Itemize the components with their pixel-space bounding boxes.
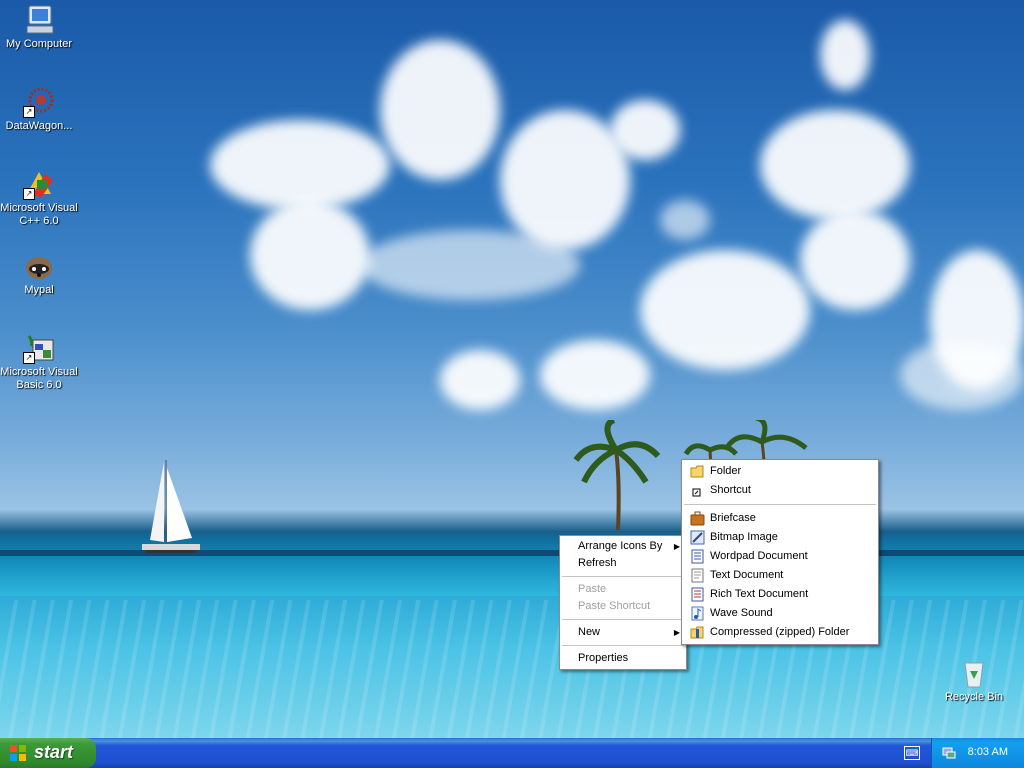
icon-label: DataWagon... (5, 120, 73, 132)
submenu-item-wordpad-document[interactable]: Wordpad Document (682, 547, 878, 566)
menu-item-paste-shortcut[interactable]: Paste Shortcut (560, 598, 686, 615)
menu-separator (684, 504, 876, 505)
new-submenu: Folder Shortcut Briefcase Bitmap Image W… (681, 459, 879, 645)
visual-cpp-icon: ↗ (23, 168, 55, 200)
desktop-icon-visual-cpp[interactable]: ↗ Microsoft Visual C++ 6.0 (0, 168, 78, 228)
rich-text-icon (690, 587, 705, 602)
menu-item-label: Paste Shortcut (578, 600, 651, 612)
zip-folder-icon (690, 625, 705, 640)
submenu-item-shortcut[interactable]: Shortcut (682, 481, 878, 500)
mypal-icon (23, 250, 55, 282)
menu-separator (562, 645, 684, 646)
my-computer-icon (23, 4, 55, 36)
icon-label: My Computer (5, 38, 73, 50)
submenu-item-folder[interactable]: Folder (682, 462, 878, 481)
menu-item-properties[interactable]: Properties (560, 650, 686, 667)
cloud (360, 230, 580, 300)
submenu-item-text-document[interactable]: Text Document (682, 566, 878, 585)
desktop-context-menu: Arrange Icons By ▶ Refresh Paste Paste S… (559, 535, 687, 670)
menu-separator (562, 619, 684, 620)
cloud (380, 40, 500, 180)
menu-item-label: Wave Sound (710, 607, 773, 619)
cloud (250, 200, 370, 310)
cloud (820, 20, 870, 90)
cloud (210, 120, 390, 210)
desktop[interactable]: My Computer ↗ DataWagon... ↗ Microsoft V… (0, 0, 1024, 738)
clock[interactable]: 8:03 AM (968, 746, 1008, 758)
submenu-item-rich-text-document[interactable]: Rich Text Document (682, 585, 878, 604)
keyboard-icon[interactable]: ⌨ (904, 746, 920, 760)
shortcut-arrow-icon: ↗ (23, 188, 35, 200)
datawagon-icon: ↗ (23, 86, 55, 118)
recycle-bin-icon (958, 657, 990, 689)
icon-label: Mypal (24, 284, 54, 296)
menu-separator (562, 576, 684, 577)
desktop-icon-mypal[interactable]: Mypal (0, 250, 78, 297)
menu-item-label: New (578, 626, 601, 638)
desktop-icon-visual-basic[interactable]: ↗ Microsoft Visual Basic 6.0 (0, 332, 78, 392)
text-document-icon (690, 568, 705, 583)
cloud (760, 110, 910, 220)
system-tray: 8:03 AM (931, 738, 1024, 768)
menu-item-label: Properties (578, 652, 629, 664)
icon-label: Microsoft Visual C++ 6.0 (0, 202, 78, 227)
shortcut-arrow-icon: ↗ (23, 106, 35, 118)
visual-basic-icon: ↗ (23, 332, 55, 364)
menu-item-label: Text Document (710, 569, 784, 581)
menu-item-new[interactable]: New ▶ (560, 624, 686, 641)
bitmap-icon (690, 530, 705, 545)
wordpad-icon (690, 549, 705, 564)
start-button[interactable]: start (0, 738, 96, 768)
menu-item-label: Bitmap Image (710, 531, 778, 543)
menu-item-label: Shortcut (710, 484, 751, 496)
menu-item-label: Folder (710, 465, 742, 477)
menu-item-paste[interactable]: Paste (560, 581, 686, 598)
menu-item-refresh[interactable]: Refresh (560, 555, 686, 572)
menu-item-label: Paste (578, 583, 607, 595)
menu-item-arrange-icons-by[interactable]: Arrange Icons By ▶ (560, 538, 686, 555)
windows-logo-icon (9, 744, 27, 762)
cloud (440, 350, 520, 410)
network-icon[interactable] (942, 745, 956, 759)
cloud (640, 250, 810, 370)
icon-label: Recycle Bin (944, 691, 1004, 703)
cloud (800, 210, 910, 310)
desktop-icon-recycle-bin[interactable]: Recycle Bin (935, 657, 1013, 704)
submenu-item-bitmap-image[interactable]: Bitmap Image (682, 528, 878, 547)
desktop-icon-datawagon[interactable]: ↗ DataWagon... (0, 86, 78, 133)
wave-sound-icon (690, 606, 705, 621)
shortcut-arrow-icon: ↗ (23, 352, 35, 364)
menu-item-label: Wordpad Document (710, 550, 808, 562)
shortcut-icon (690, 483, 705, 498)
submenu-item-wave-sound[interactable]: Wave Sound (682, 604, 878, 623)
start-label: start (34, 742, 74, 762)
cloud (900, 340, 1024, 410)
desktop-icon-my-computer[interactable]: My Computer (0, 4, 78, 51)
cloud (660, 200, 710, 240)
menu-item-label: Refresh (578, 557, 617, 569)
cloud (540, 340, 650, 410)
submenu-arrow-icon: ▶ (673, 628, 680, 637)
icon-label: Microsoft Visual Basic 6.0 (0, 366, 78, 391)
submenu-arrow-icon: ▶ (673, 542, 680, 551)
menu-item-label: Arrange Icons By (578, 540, 663, 552)
menu-item-label: Briefcase (710, 512, 756, 524)
folder-icon (690, 464, 705, 479)
cloud (610, 100, 680, 160)
menu-item-label: Rich Text Document (710, 588, 809, 600)
sailboat (142, 460, 200, 553)
menu-item-label: Compressed (zipped) Folder (710, 626, 850, 638)
briefcase-icon (690, 511, 705, 526)
submenu-item-compressed-folder[interactable]: Compressed (zipped) Folder (682, 623, 878, 642)
taskbar: start ⌨ 8:03 AM (0, 738, 1024, 768)
submenu-item-briefcase[interactable]: Briefcase (682, 509, 878, 528)
